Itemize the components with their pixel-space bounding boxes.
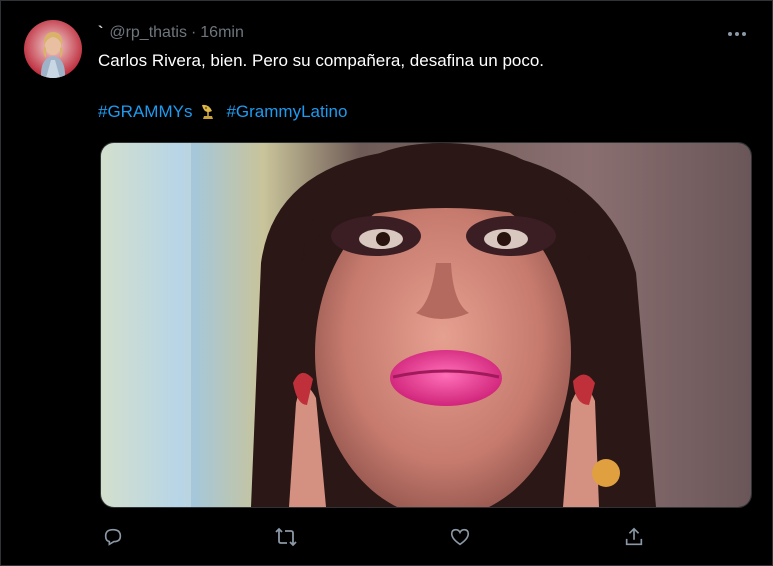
- prefix-mark: `: [98, 24, 104, 41]
- hashtag-row: #GRAMMYs #GrammyLatino: [98, 101, 347, 123]
- tweet-text: Carlos Rivera, bien. Pero su compañera, …: [98, 51, 545, 70]
- avatar[interactable]: [24, 20, 82, 78]
- share-icon[interactable]: [621, 524, 647, 550]
- grammy-gramophone-icon: [200, 103, 216, 121]
- tweet-time[interactable]: 16min: [200, 24, 244, 42]
- tweet-media-image[interactable]: [100, 142, 752, 508]
- reply-icon[interactable]: [100, 524, 126, 550]
- more-horizontal-icon[interactable]: [728, 30, 748, 38]
- user-handle[interactable]: @rp_thatis: [109, 24, 187, 42]
- retweet-icon[interactable]: [273, 524, 299, 550]
- tweet-actions: [100, 524, 660, 550]
- hashtag-grammys[interactable]: #GRAMMYs: [98, 101, 192, 123]
- separator-dot: ·: [190, 24, 197, 41]
- tweet-header: ` @rp_thatis · 16min: [98, 22, 244, 44]
- heart-icon[interactable]: [447, 524, 473, 550]
- hashtag-grammylatino[interactable]: #GrammyLatino: [226, 101, 347, 123]
